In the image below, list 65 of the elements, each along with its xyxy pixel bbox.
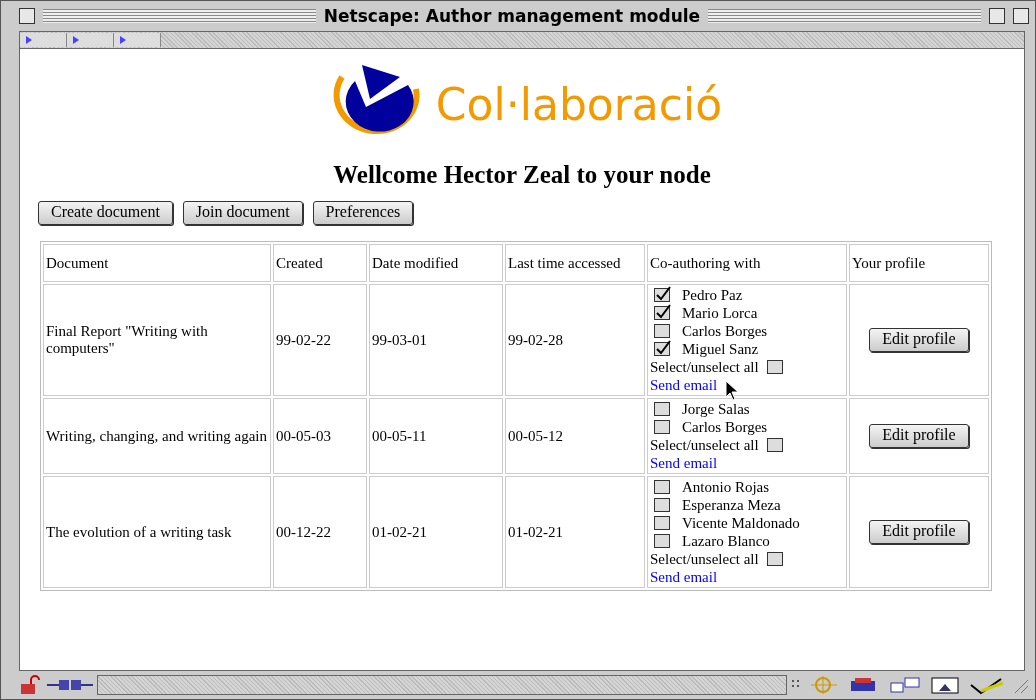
coauthor-name: Mario Lorca <box>682 305 758 321</box>
table-cell: 00-12-22 <box>273 476 367 588</box>
select-all-label: Select/unselect all <box>650 358 759 376</box>
zoom-box[interactable] <box>989 8 1005 24</box>
checkbox[interactable] <box>654 324 670 338</box>
checkbox[interactable] <box>654 288 670 302</box>
checkbox[interactable] <box>654 480 670 494</box>
plug-icon <box>47 678 93 692</box>
toolbar-button[interactable]: Create document <box>38 201 173 225</box>
table-cell: 99-02-28 <box>505 284 645 396</box>
checkbox[interactable] <box>654 516 670 530</box>
checkbox[interactable] <box>654 342 670 356</box>
select-all-label: Select/unselect all <box>650 550 759 568</box>
checkbox[interactable] <box>654 498 670 512</box>
toolbar-button[interactable]: Preferences <box>312 201 414 225</box>
table-cell: 00-05-03 <box>273 398 367 474</box>
window-title: Netscape: Author management module <box>323 6 701 26</box>
coauthor-name: Jorge Salas <box>682 401 750 417</box>
edit-profile-button[interactable]: Edit profile <box>869 328 969 352</box>
logo-text: Col·laboració <box>435 78 723 130</box>
column-header: Co-authoring with <box>647 244 847 282</box>
checkbox[interactable] <box>654 534 670 548</box>
send-email-link[interactable]: Send email <box>650 376 718 394</box>
table-cell: 00-05-11 <box>369 398 503 474</box>
select-all-label: Select/unselect all <box>650 436 759 454</box>
coauthor-name: Carlos Borges <box>682 419 768 435</box>
close-box[interactable] <box>19 8 35 24</box>
chat-icon[interactable] <box>887 675 923 695</box>
toolbar-button[interactable]: Join document <box>182 201 303 225</box>
column-header: Created <box>273 244 367 282</box>
checkbox[interactable] <box>766 438 783 452</box>
checkbox[interactable] <box>654 306 670 320</box>
checkbox[interactable] <box>654 402 670 416</box>
coauthor-name: Esperanza Meza <box>682 497 781 513</box>
coauthor-name: Lazaro Blanco <box>682 533 770 549</box>
collapse-box[interactable] <box>1013 8 1029 24</box>
toolbar-tab-icon[interactable] <box>26 36 32 44</box>
column-header: Document <box>43 244 271 282</box>
table-cell: The evolution of a writing task <box>43 476 271 588</box>
table-cell: 00-05-12 <box>505 398 645 474</box>
column-header: Date modified <box>369 244 503 282</box>
table-cell: Final Report "Writing with computers" <box>43 284 271 396</box>
checkbox[interactable] <box>654 420 670 434</box>
checkbox[interactable] <box>766 360 783 374</box>
table-cell: 99-02-22 <box>273 284 367 396</box>
toolbar-tab-icon[interactable] <box>120 36 126 44</box>
table-cell: 01-02-21 <box>505 476 645 588</box>
coauthor-name: Pedro Paz <box>682 287 743 303</box>
padlock-icon <box>19 675 43 695</box>
table-cell: Writing, changing, and writing again <box>43 398 271 474</box>
coauthor-name: Carlos Borges <box>682 323 768 339</box>
send-email-link[interactable]: Send email <box>650 454 718 472</box>
column-header: Last time accessed <box>505 244 645 282</box>
table-cell: 99-03-01 <box>369 284 503 396</box>
toolbar-tab-icon[interactable] <box>73 36 79 44</box>
welcome-heading: Wellcome Hector Zeal to your node <box>333 161 711 189</box>
checkbox[interactable] <box>766 552 783 566</box>
send-email-link[interactable]: Send email <box>650 568 718 586</box>
coauthor-name: Miguel Sanz <box>682 341 759 357</box>
table-cell: 01-02-21 <box>369 476 503 588</box>
edit-profile-button[interactable]: Edit profile <box>869 424 969 448</box>
column-header: Your profile <box>849 244 989 282</box>
edit-profile-button[interactable]: Edit profile <box>869 520 969 544</box>
coauthor-name: Vicente Maldonado <box>682 515 800 531</box>
coauthor-name: Antonio Rojas <box>682 479 770 495</box>
